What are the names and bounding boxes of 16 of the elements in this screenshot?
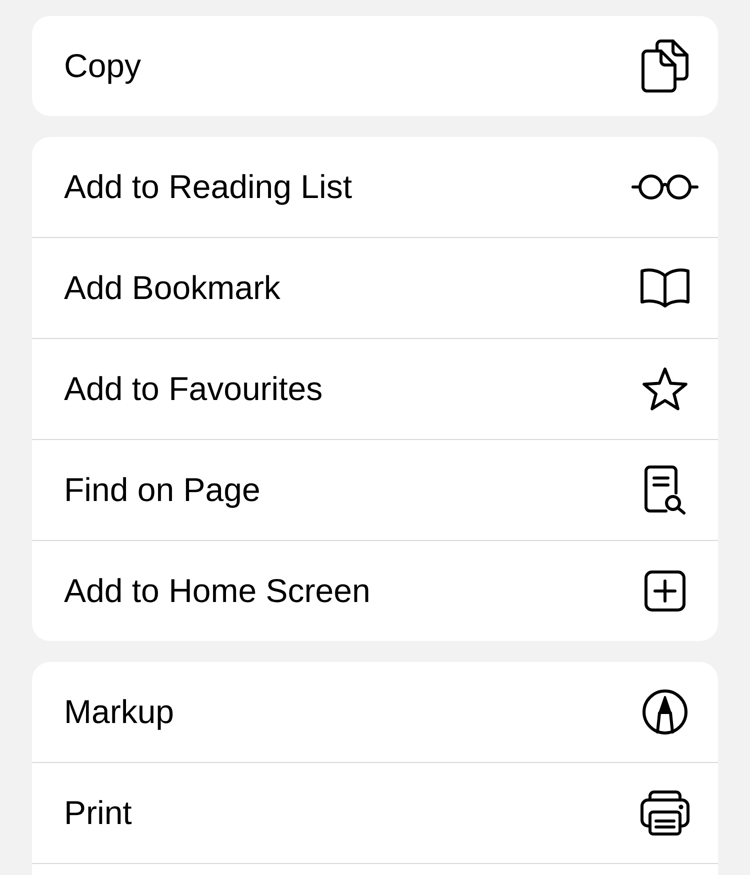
document-search-icon — [644, 465, 686, 515]
menu-item[interactable]: Print — [32, 762, 718, 863]
printer-icon — [640, 790, 690, 836]
menu-item[interactable]: Markup — [32, 662, 718, 762]
book-icon — [640, 267, 690, 309]
star-icon — [641, 366, 689, 412]
menu-item[interactable]: Add to Favourites — [32, 338, 718, 439]
plus-square-icon — [644, 570, 686, 612]
menu-item[interactable]: Add to Reading List — [32, 137, 718, 237]
pen-circle-icon — [641, 689, 689, 735]
menu-item[interactable]: Add to Home Screen — [32, 540, 718, 641]
menu-item[interactable]: Add Bookmark — [32, 237, 718, 338]
menu-item[interactable]: Find on Page — [32, 439, 718, 540]
menu-item[interactable]: Copy — [32, 16, 718, 116]
glasses-icon — [631, 173, 699, 201]
copy-icon — [641, 39, 689, 93]
